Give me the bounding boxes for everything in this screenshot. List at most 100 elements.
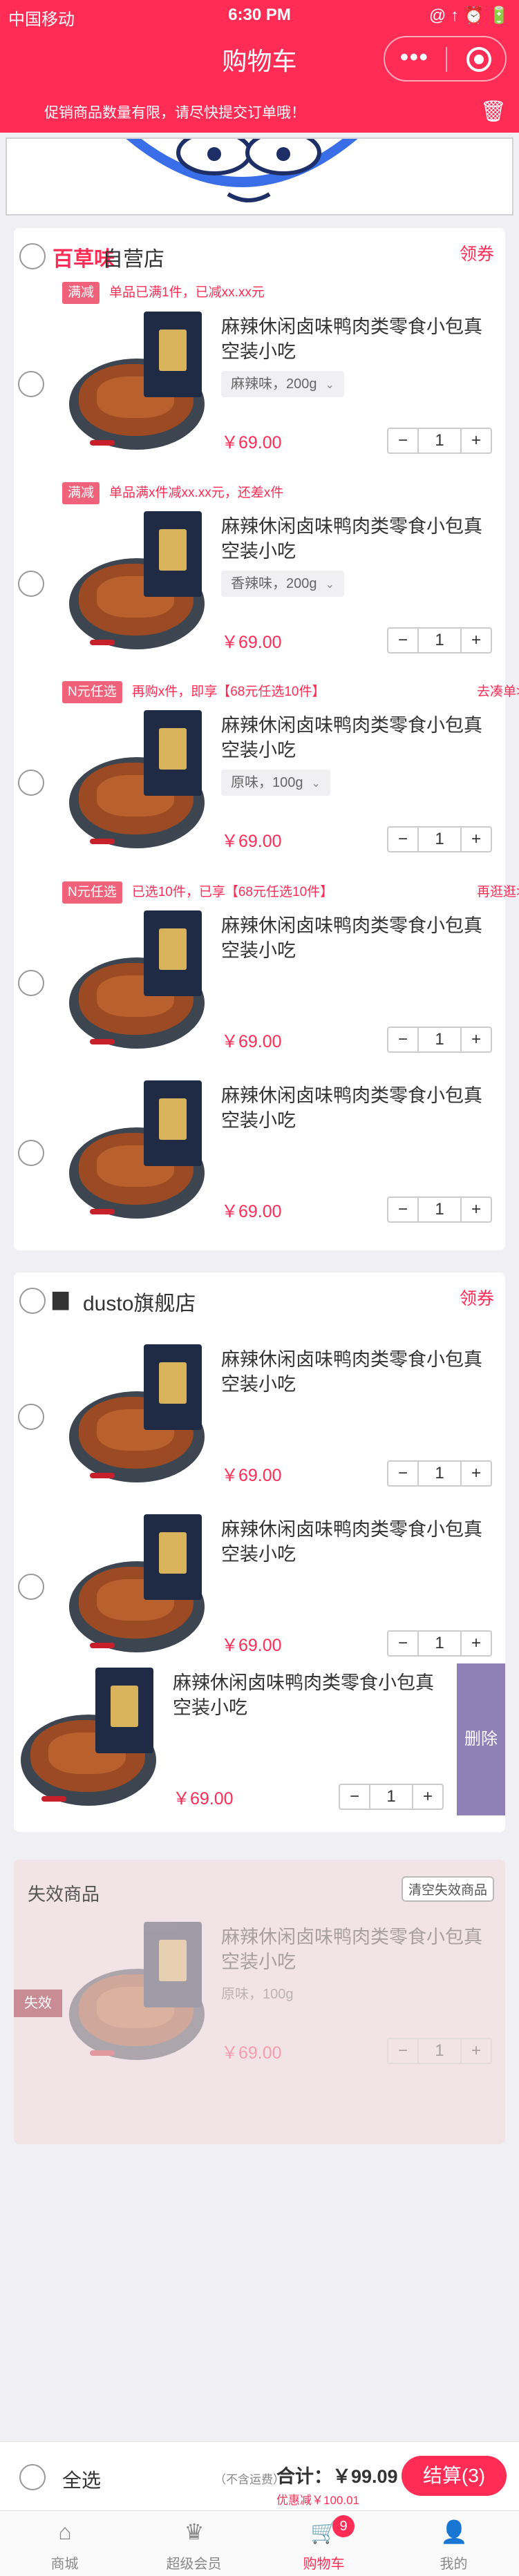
promo-row: 满减 单品已满1件，已减xx.xx元 xyxy=(62,282,265,304)
coupon-link[interactable]: 领券 xyxy=(460,1285,494,1310)
product-image xyxy=(62,1918,214,2070)
minus-button[interactable]: − xyxy=(388,828,419,851)
quantity-stepper: −1 + xyxy=(387,1196,492,1223)
item-select-checkbox[interactable] xyxy=(18,970,44,996)
shop-name[interactable]: dusto旗舰店 xyxy=(83,1286,196,1317)
plus-button[interactable]: + xyxy=(460,629,491,652)
close-target-icon[interactable] xyxy=(466,47,491,72)
price: ￥69.00 xyxy=(221,633,282,652)
plus-button[interactable]: + xyxy=(460,1028,491,1051)
notice-text: 促销商品数量有限，请尽快提交订单哦！ xyxy=(44,105,305,121)
promo-action-link[interactable]: 去凑单> xyxy=(477,681,519,703)
quantity-value[interactable]: 1 xyxy=(419,1198,460,1221)
plus-button[interactable]: + xyxy=(460,828,491,851)
minus-button[interactable]: − xyxy=(388,629,419,652)
quantity-value[interactable]: 1 xyxy=(419,629,460,652)
minus-button[interactable]: − xyxy=(340,1785,370,1809)
navigation-bar: 购物车 ••• xyxy=(0,32,519,98)
item-select-checkbox[interactable] xyxy=(18,1140,44,1166)
item-select-checkbox[interactable] xyxy=(18,1404,44,1430)
product-image[interactable] xyxy=(62,1510,214,1662)
promo-action-link[interactable]: 再逛逛> xyxy=(477,881,519,904)
product-image[interactable] xyxy=(62,906,214,1058)
tab-profile[interactable]: 👤 我的 xyxy=(389,2511,518,2576)
product-image[interactable] xyxy=(62,706,214,858)
invalid-badge: 失效 xyxy=(14,1990,62,2017)
tab-bar: ⌂ 商城 ♛ 超级会员 🛒 9 购物车 👤 我的 xyxy=(0,2510,519,2576)
tab-cart[interactable]: 🛒 9 购物车 xyxy=(259,2511,388,2576)
product-name[interactable]: 麻辣休闲卤味鸭肉类零食小包真空装小吃 xyxy=(221,1517,494,1567)
quantity-value[interactable]: 1 xyxy=(419,1632,460,1655)
item-select-checkbox[interactable] xyxy=(18,770,44,796)
sku-selector[interactable]: 麻辣味，200g ⌄ xyxy=(221,371,344,397)
plus-button[interactable]: + xyxy=(412,1785,442,1809)
checkout-button[interactable]: 结算(3) xyxy=(402,2456,507,2496)
shop-name[interactable]: 自营店 xyxy=(102,242,164,272)
product-name[interactable]: 麻辣休闲卤味鸭肉类零食小包真空装小吃 xyxy=(221,913,494,963)
coupon-link[interactable]: 领券 xyxy=(460,240,494,265)
minus-button[interactable]: − xyxy=(388,1462,419,1485)
plus-button[interactable]: + xyxy=(460,1198,491,1221)
tab-label: 购物车 xyxy=(303,2557,345,2572)
promo-text: 再购x件，即享【68元任选10件】 xyxy=(131,685,325,699)
sku-selector[interactable]: 原味，100g ⌄ xyxy=(221,770,330,796)
shop-select-checkbox[interactable] xyxy=(19,1288,46,1314)
product-name[interactable]: 麻辣休闲卤味鸭肉类零食小包真空装小吃 xyxy=(221,1083,494,1133)
cart-item: 麻辣休闲卤味鸭肉类零食小包真空装小吃 麻辣味，200g ⌄ ￥69.00 −1 + xyxy=(14,307,505,459)
minus-button[interactable]: − xyxy=(388,429,419,452)
quantity-value[interactable]: 1 xyxy=(419,429,460,452)
minus-button[interactable]: − xyxy=(388,1198,419,1221)
quantity-value[interactable]: 1 xyxy=(419,828,460,851)
promo-tag: N元任选 xyxy=(62,881,122,904)
promo-notice: 促销商品数量有限，请尽快提交订单哦！ 🗑 xyxy=(0,93,519,133)
trash-icon[interactable]: 🗑 xyxy=(480,100,507,124)
product-name[interactable]: 麻辣休闲卤味鸭肉类零食小包真空装小吃 xyxy=(221,713,494,763)
tab-mall[interactable]: ⌂ 商城 xyxy=(0,2511,129,2576)
item-select-checkbox[interactable] xyxy=(18,371,44,397)
select-all-label[interactable]: 全选 xyxy=(62,2465,101,2493)
product-image[interactable] xyxy=(62,507,214,659)
more-icon[interactable]: ••• xyxy=(400,44,429,71)
sku-label: 香辣味，200g xyxy=(231,576,317,591)
quantity-stepper: −1 + xyxy=(387,1630,492,1657)
product-name[interactable]: 麻辣休闲卤味鸭肉类零食小包真空装小吃 xyxy=(221,314,494,364)
product-image[interactable] xyxy=(62,307,214,459)
product-name[interactable]: 麻辣休闲卤味鸭肉类零食小包真空装小吃 xyxy=(221,1347,494,1397)
product-name[interactable]: 麻辣休闲卤味鸭肉类零食小包真空装小吃 xyxy=(173,1670,446,1720)
sku-label: 原味，100g xyxy=(221,1987,294,2002)
minus-button[interactable]: − xyxy=(388,1632,419,1655)
shop-select-checkbox[interactable] xyxy=(19,243,46,269)
item-select-checkbox[interactable] xyxy=(18,571,44,597)
tab-vip[interactable]: ♛ 超级会员 xyxy=(129,2511,258,2576)
sku-label: 原味，100g xyxy=(231,775,303,790)
select-all-checkbox[interactable] xyxy=(19,2464,46,2490)
cart-item: 麻辣休闲卤味鸭肉类零食小包真空装小吃 香辣味，200g ⌄ ￥69.00 −1 + xyxy=(14,507,505,659)
product-name[interactable]: 麻辣休闲卤味鸭肉类零食小包真空装小吃 xyxy=(221,514,494,564)
product-image[interactable] xyxy=(62,1076,214,1228)
cart-count-badge: 9 xyxy=(332,2515,355,2537)
price: ￥69.00 xyxy=(221,433,282,452)
quantity-value[interactable]: 1 xyxy=(419,1462,460,1485)
product-image[interactable] xyxy=(62,1340,214,1492)
quantity-value[interactable]: 1 xyxy=(370,1785,412,1809)
item-select-checkbox[interactable] xyxy=(18,1574,44,1600)
plus-button[interactable]: + xyxy=(460,1632,491,1655)
sku-label: 麻辣味，200g xyxy=(231,376,317,392)
home-icon: ⌂ xyxy=(58,2519,72,2544)
cart-item: 麻辣休闲卤味鸭肉类零食小包真空装小吃 ￥69.00 −1 + xyxy=(14,906,505,1058)
quantity-value[interactable]: 1 xyxy=(419,1028,460,1051)
mini-program-capsule: ••• xyxy=(384,36,507,82)
product-image[interactable] xyxy=(14,1663,166,1815)
checkout-bar: 全选 （不含运费） 合计：￥99.09 优惠减￥100.01 结算(3) xyxy=(0,2441,519,2510)
invalid-cart-item: 麻辣休闲卤味鸭肉类零食小包真空装小吃 原味，100g ￥69.00 −1 + xyxy=(14,1918,505,2070)
minus-button[interactable]: − xyxy=(388,1028,419,1051)
plus-button[interactable]: + xyxy=(460,1462,491,1485)
cart-item: 麻辣休闲卤味鸭肉类零食小包真空装小吃 ￥69.00 −1 + xyxy=(14,1076,505,1228)
discount-amount: 优惠减￥100.01 xyxy=(276,2494,359,2507)
sku-selector[interactable]: 香辣味，200g ⌄ xyxy=(221,571,344,597)
clear-invalid-button[interactable]: 清空失效商品 xyxy=(401,1876,494,1902)
banner-illustration xyxy=(6,137,513,216)
cart-item-swiped: 麻辣休闲卤味鸭肉类零食小包真空装小吃 ￥69.00 −1 + 删除 xyxy=(0,1663,505,1815)
delete-button[interactable]: 删除 xyxy=(457,1663,505,1815)
plus-button[interactable]: + xyxy=(460,429,491,452)
